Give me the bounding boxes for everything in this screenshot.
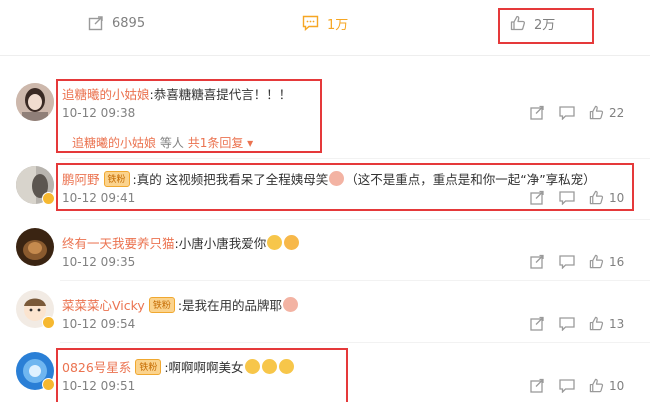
reply-icon[interactable] <box>559 254 575 269</box>
divider <box>60 219 650 220</box>
comment-text: :啊啊啊啊美女 <box>164 360 244 375</box>
divider <box>60 342 650 343</box>
avatar[interactable] <box>16 228 54 266</box>
like-icon <box>589 316 604 331</box>
comment-like-button[interactable]: 22 <box>589 105 624 120</box>
reply-icon[interactable] <box>559 190 575 205</box>
comment-text: :恭喜糖糖喜提代言！！！ <box>149 87 292 102</box>
reply-icon[interactable] <box>559 316 575 331</box>
emoji-face <box>283 297 299 312</box>
comment-text: :是我在用的品牌耶 <box>177 298 283 313</box>
chevron-down-icon: ▾ <box>247 136 254 150</box>
comment-text: :真的 这视频把我看呆了全程姨母笑 <box>132 172 329 187</box>
fan-badge: 铁粉 <box>148 296 175 313</box>
comment-button[interactable]: 1万 <box>302 12 348 34</box>
share-icon[interactable] <box>530 105 545 120</box>
comment-like-button[interactable]: 16 <box>589 254 624 269</box>
comment-username[interactable]: 鹏阿野 <box>62 169 100 188</box>
comment-like-count: 13 <box>609 316 625 331</box>
comment-username[interactable]: 0826号星系 <box>62 357 131 376</box>
comment-username[interactable]: 终有一天我要养只猫 <box>62 233 175 252</box>
share-icon[interactable] <box>530 254 545 269</box>
comment-text-extra: （这不是重点，重点是和你一起“净”享私宠） <box>345 172 596 187</box>
verified-badge <box>42 316 55 329</box>
comment-actions: 13 <box>530 316 624 331</box>
like-icon <box>589 378 604 393</box>
like-icon <box>589 105 604 120</box>
reply-icon[interactable] <box>559 378 575 393</box>
emoji-face <box>267 235 283 250</box>
comment-username[interactable]: 追糖曦的小姑娘 <box>62 84 150 103</box>
share-icon[interactable] <box>530 316 545 331</box>
avatar[interactable] <box>16 83 54 121</box>
comment-actions: 10 <box>530 190 624 205</box>
fan-badge: 铁粉 <box>135 358 162 375</box>
comment-like-count: 22 <box>609 105 625 120</box>
highlight-box <box>498 8 594 44</box>
comment-time: 10-12 09:38 <box>62 106 136 120</box>
comment-line: 追糖曦的小姑娘 :恭喜糖糖喜提代言！！！ <box>62 84 291 103</box>
comment-text: :小唐小唐我爱你 <box>174 236 267 251</box>
reply-username[interactable]: 追糖曦的小姑娘 <box>72 136 156 150</box>
comment-like-button[interactable]: 10 <box>589 378 624 393</box>
comment-actions: 10 <box>530 378 624 393</box>
share-icon[interactable] <box>530 190 545 205</box>
comment-time: 10-12 09:35 <box>62 255 136 269</box>
divider <box>60 280 650 281</box>
comment-time: 10-12 09:41 <box>62 191 136 205</box>
verified-badge <box>42 378 55 391</box>
comment-icon <box>302 15 319 31</box>
comment-like-button[interactable]: 13 <box>589 316 624 331</box>
forward-icon <box>88 15 104 31</box>
emoji-face <box>284 235 300 250</box>
divider <box>60 158 650 159</box>
comment-line: 鹏阿野 铁粉 :真的 这视频把我看呆了全程姨母笑 （这不是重点，重点是和你一起“… <box>62 169 596 188</box>
comment-line: 0826号星系 铁粉 :啊啊啊啊美女 <box>62 357 295 376</box>
forward-count: 6895 <box>112 15 146 31</box>
share-icon[interactable] <box>530 378 545 393</box>
comment-like-button[interactable]: 10 <box>589 190 624 205</box>
comment-time: 10-12 09:51 <box>62 379 136 393</box>
emoji-face <box>278 359 294 374</box>
comment-like-count: 16 <box>609 254 625 269</box>
forward-button[interactable]: 6895 <box>88 12 145 34</box>
comment-line: 终有一天我要养只猫 :小唐小唐我爱你 <box>62 233 300 252</box>
like-icon <box>589 254 604 269</box>
reply-icon[interactable] <box>559 105 575 120</box>
comment-actions: 22 <box>530 105 624 120</box>
emoji-face <box>261 359 277 374</box>
comment-time: 10-12 09:54 <box>62 317 136 331</box>
fan-badge: 铁粉 <box>103 170 130 187</box>
reply-summary[interactable]: 追糖曦的小姑娘 等人 共1条回复 ▾ <box>72 134 253 151</box>
emoji-face <box>244 359 260 374</box>
like-icon <box>589 190 604 205</box>
comment-line: 菜菜菜心Vicky 铁粉 :是我在用的品牌耶 <box>62 295 299 314</box>
reply-suffix: 等人 <box>159 136 184 150</box>
reply-more-link[interactable]: 共1条回复 <box>188 136 244 150</box>
comment-like-count: 10 <box>609 190 625 205</box>
emoji-face <box>329 171 345 186</box>
divider <box>0 55 650 56</box>
comment-like-count: 10 <box>609 378 625 393</box>
comment-username[interactable]: 菜菜菜心Vicky <box>62 295 145 314</box>
comment-count: 1万 <box>327 17 349 33</box>
comment-actions: 16 <box>530 254 624 269</box>
verified-badge <box>42 192 55 205</box>
